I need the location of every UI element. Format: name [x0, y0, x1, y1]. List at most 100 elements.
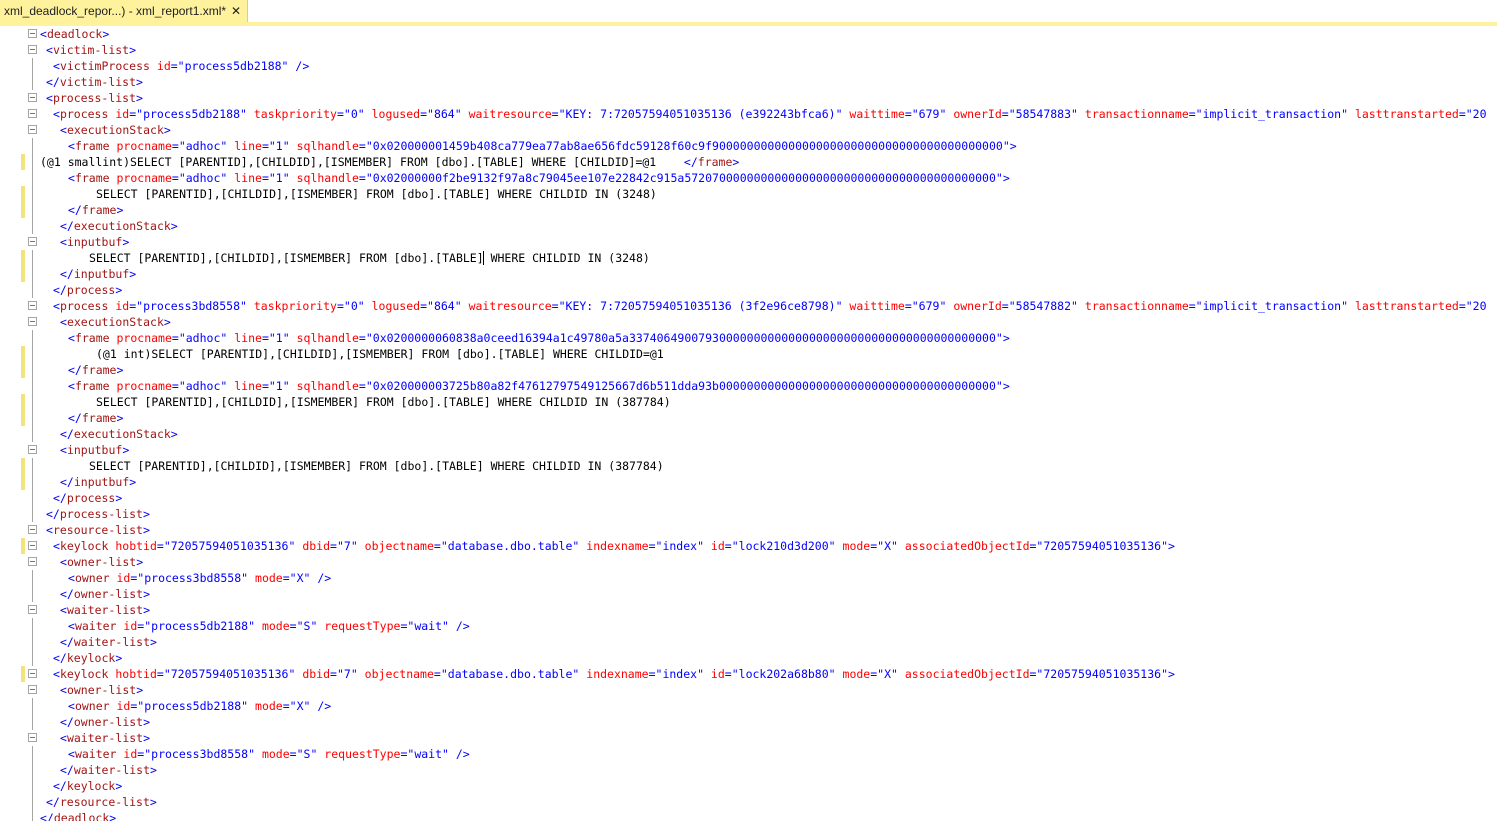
code-text[interactable]: (@1 smallint)SELECT [PARENTID],[CHILDID]…	[40, 154, 739, 170]
code-line[interactable]: <victimProcess id="process5db2188" />	[0, 58, 1497, 74]
code-text[interactable]: <victimProcess id="process5db2188" />	[53, 58, 309, 74]
collapse-icon[interactable]	[28, 301, 37, 310]
code-line[interactable]: <inputbuf>	[0, 234, 1497, 250]
collapse-icon[interactable]	[28, 237, 37, 246]
code-line[interactable]: <executionStack>	[0, 314, 1497, 330]
code-text[interactable]: <frame procname="adhoc" line="1" sqlhand…	[68, 330, 1010, 346]
collapse-icon[interactable]	[28, 29, 37, 38]
xml-editor[interactable]: <deadlock> <victim-list> <victimProcess id…	[0, 26, 1497, 821]
collapse-icon[interactable]	[28, 93, 37, 102]
collapse-icon[interactable]	[28, 445, 37, 454]
collapse-icon[interactable]	[28, 525, 37, 534]
code-text[interactable]: </process>	[53, 282, 122, 298]
code-text[interactable]: <process id="process3bd8558" taskpriorit…	[53, 298, 1487, 314]
collapse-icon[interactable]	[28, 541, 37, 550]
code-text[interactable]: </frame>	[68, 410, 123, 426]
code-text[interactable]: <keylock hobtid="72057594051035136" dbid…	[53, 538, 1175, 554]
code-line[interactable]: </executionStack>	[0, 218, 1497, 234]
code-line[interactable]: <process id="process5db2188" taskpriorit…	[0, 106, 1497, 122]
code-text[interactable]: (@1 int)SELECT [PARENTID],[CHILDID],[ISM…	[96, 346, 664, 362]
code-line[interactable]: </victim-list>	[0, 74, 1497, 90]
code-line[interactable]: <resource-list>	[0, 522, 1497, 538]
code-line[interactable]: </executionStack>	[0, 426, 1497, 442]
code-text[interactable]: </victim-list>	[46, 74, 143, 90]
code-text[interactable]: <waiter id="process3bd8558" mode="S" req…	[68, 746, 470, 762]
code-text[interactable]: </executionStack>	[60, 426, 178, 442]
code-line[interactable]: <waiter-list>	[0, 730, 1497, 746]
code-line[interactable]: </inputbuf>	[0, 474, 1497, 490]
code-text[interactable]: </process-list>	[46, 506, 150, 522]
document-tab[interactable]: xml_deadlock_repor...) - xml_report1.xml…	[0, 0, 248, 22]
code-line[interactable]: </process-list>	[0, 506, 1497, 522]
code-line[interactable]: <inputbuf>	[0, 442, 1497, 458]
collapse-icon[interactable]	[28, 557, 37, 566]
code-line[interactable]: <owner id="process5db2188" mode="X" />	[0, 698, 1497, 714]
code-text[interactable]: <deadlock>	[40, 26, 109, 42]
code-line[interactable]: </process>	[0, 282, 1497, 298]
collapse-icon[interactable]	[28, 605, 37, 614]
code-line[interactable]: </keylock>	[0, 650, 1497, 666]
code-text[interactable]: </process>	[53, 490, 122, 506]
code-text[interactable]: <process id="process5db2188" taskpriorit…	[53, 106, 1487, 122]
code-text[interactable]: <waiter-list>	[60, 602, 150, 618]
code-text[interactable]: </deadlock>	[40, 810, 116, 821]
code-line[interactable]: SELECT [PARENTID],[CHILDID],[ISMEMBER] F…	[0, 250, 1497, 266]
code-text[interactable]: </waiter-list>	[60, 634, 157, 650]
code-text[interactable]: <waiter id="process5db2188" mode="S" req…	[68, 618, 470, 634]
code-text[interactable]: SELECT [PARENTID],[CHILDID],[ISMEMBER] F…	[89, 458, 664, 474]
code-line[interactable]: (@1 int)SELECT [PARENTID],[CHILDID],[ISM…	[0, 346, 1497, 362]
collapse-icon[interactable]	[28, 669, 37, 678]
code-text[interactable]: <executionStack>	[60, 314, 171, 330]
code-line[interactable]: </frame>	[0, 202, 1497, 218]
code-text[interactable]: <owner-list>	[60, 554, 143, 570]
code-line[interactable]: </keylock>	[0, 778, 1497, 794]
code-line[interactable]: <owner-list>	[0, 682, 1497, 698]
code-text[interactable]: SELECT [PARENTID],[CHILDID],[ISMEMBER] F…	[96, 186, 657, 202]
code-text[interactable]: <owner id="process5db2188" mode="X" />	[68, 698, 331, 714]
code-line[interactable]: </resource-list>	[0, 794, 1497, 810]
code-text[interactable]: <frame procname="adhoc" line="1" sqlhand…	[68, 378, 1010, 394]
close-icon[interactable]: ✕	[231, 4, 241, 18]
code-text[interactable]: <victim-list>	[46, 42, 136, 58]
code-line[interactable]: <owner id="process3bd8558" mode="X" />	[0, 570, 1497, 586]
code-line[interactable]: <keylock hobtid="72057594051035136" dbid…	[0, 538, 1497, 554]
document-tab-title[interactable]: xml_deadlock_repor...) - xml_report1.xml…	[4, 4, 226, 18]
code-line[interactable]: <frame procname="adhoc" line="1" sqlhand…	[0, 378, 1497, 394]
code-line[interactable]: </waiter-list>	[0, 634, 1497, 650]
code-text[interactable]: </executionStack>	[60, 218, 178, 234]
code-line[interactable]: SELECT [PARENTID],[CHILDID],[ISMEMBER] F…	[0, 458, 1497, 474]
code-text[interactable]: <frame procname="adhoc" line="1" sqlhand…	[68, 138, 1017, 154]
code-line[interactable]: <frame procname="adhoc" line="1" sqlhand…	[0, 330, 1497, 346]
code-text[interactable]: </inputbuf>	[60, 474, 136, 490]
code-text[interactable]: <executionStack>	[60, 122, 171, 138]
code-line[interactable]: SELECT [PARENTID],[CHILDID],[ISMEMBER] F…	[0, 394, 1497, 410]
code-line[interactable]: <keylock hobtid="72057594051035136" dbid…	[0, 666, 1497, 682]
code-line[interactable]: </owner-list>	[0, 714, 1497, 730]
collapse-icon[interactable]	[28, 125, 37, 134]
code-text[interactable]: SELECT [PARENTID],[CHILDID],[ISMEMBER] F…	[89, 250, 650, 266]
code-line[interactable]: <frame procname="adhoc" line="1" sqlhand…	[0, 138, 1497, 154]
collapse-icon[interactable]	[28, 685, 37, 694]
code-line[interactable]: <waiter-list>	[0, 602, 1497, 618]
code-text[interactable]: <frame procname="adhoc" line="1" sqlhand…	[68, 170, 1010, 186]
code-line[interactable]: </process>	[0, 490, 1497, 506]
code-line[interactable]: <process-list>	[0, 90, 1497, 106]
code-text[interactable]: </keylock>	[53, 650, 122, 666]
collapse-icon[interactable]	[28, 317, 37, 326]
code-text[interactable]: <inputbuf>	[60, 234, 129, 250]
code-line[interactable]: </owner-list>	[0, 586, 1497, 602]
code-line[interactable]: </inputbuf>	[0, 266, 1497, 282]
code-text[interactable]: </owner-list>	[60, 586, 150, 602]
code-line[interactable]: <victim-list>	[0, 42, 1497, 58]
code-line[interactable]: </frame>	[0, 362, 1497, 378]
code-text[interactable]: </waiter-list>	[60, 762, 157, 778]
code-line[interactable]: (@1 smallint)SELECT [PARENTID],[CHILDID]…	[0, 154, 1497, 170]
collapse-icon[interactable]	[28, 45, 37, 54]
code-text[interactable]: <waiter-list>	[60, 730, 150, 746]
code-text[interactable]: <owner id="process3bd8558" mode="X" />	[68, 570, 331, 586]
code-line[interactable]: </deadlock>	[0, 810, 1497, 821]
code-text[interactable]: </inputbuf>	[60, 266, 136, 282]
collapse-icon[interactable]	[28, 109, 37, 118]
code-line[interactable]: <executionStack>	[0, 122, 1497, 138]
code-line[interactable]: <waiter id="process5db2188" mode="S" req…	[0, 618, 1497, 634]
